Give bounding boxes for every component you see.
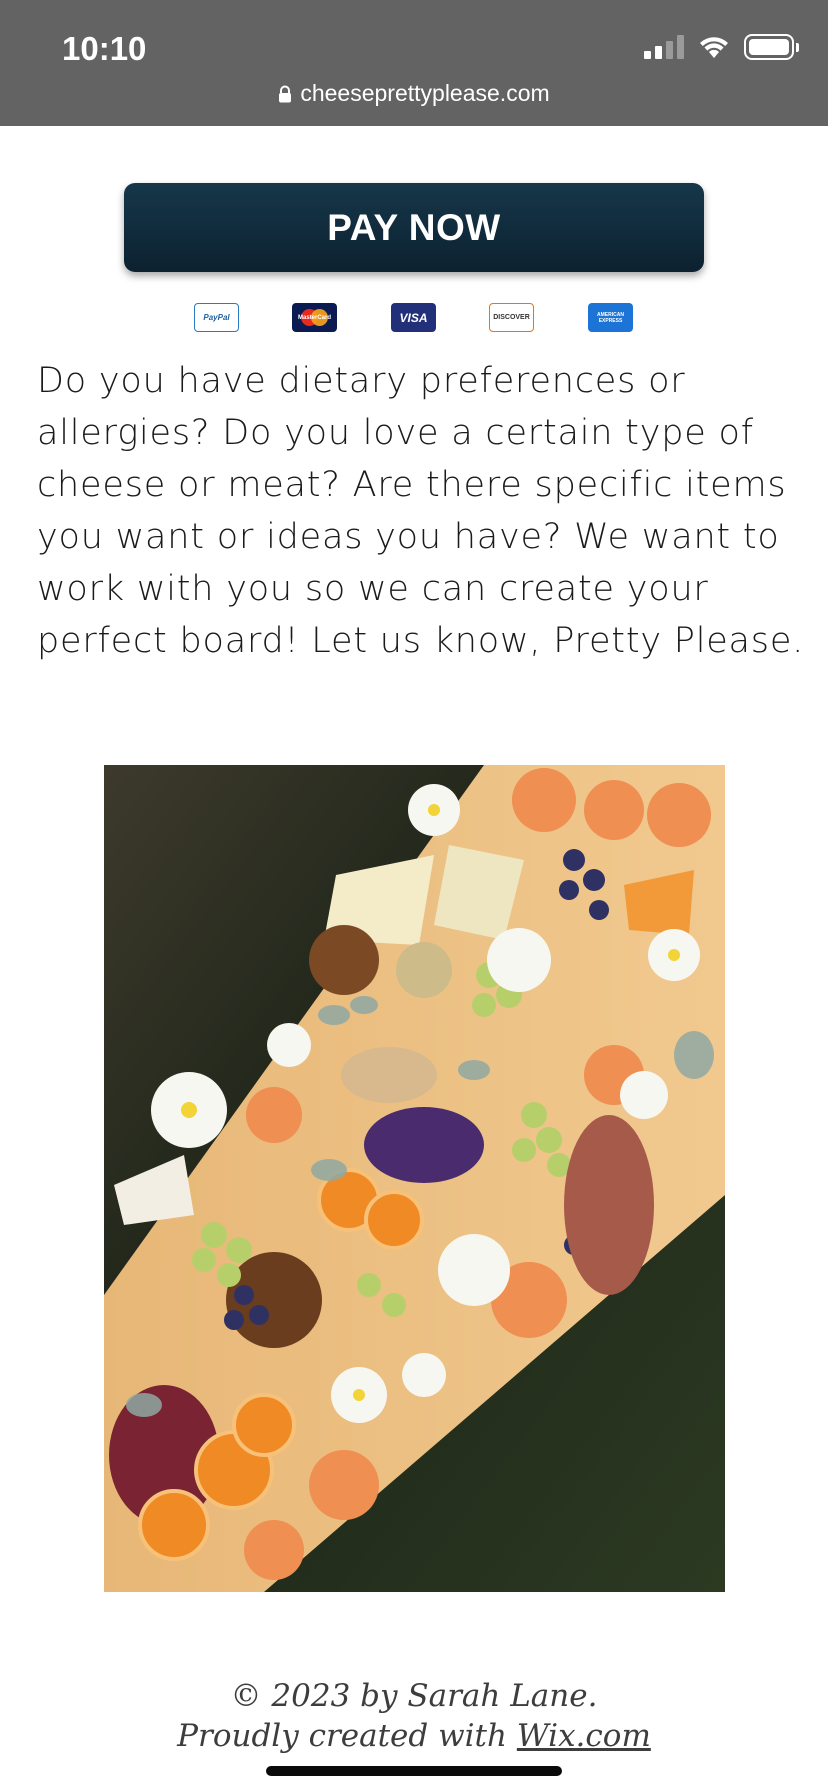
- pay-now-button[interactable]: PAY NOW: [124, 183, 704, 272]
- visa-label: VISA: [399, 310, 428, 325]
- address-bar[interactable]: cheeseprettyplease.com: [0, 80, 828, 107]
- site-footer: © 2023 by Sarah Lane. Proudly created wi…: [0, 1676, 828, 1756]
- copyright-text: © 2023 by Sarah Lane.: [230, 1678, 598, 1714]
- charcuterie-board-photo: [104, 765, 725, 1592]
- dietary-preferences-text: Do you have dietary preferences or aller…: [37, 361, 805, 661]
- amex-icon: AMERICAN EXPRESS: [588, 303, 633, 332]
- payment-methods: PayPal MasterCard VISA DISCOVER AMERICAN…: [0, 303, 828, 333]
- created-with-line: Proudly created with Wix.com: [0, 1716, 828, 1756]
- battery-icon: [744, 34, 799, 60]
- paypal-label: PayPal: [203, 313, 230, 322]
- mastercard-icon: MasterCard: [292, 303, 337, 332]
- wifi-icon: [700, 37, 728, 58]
- wix-link[interactable]: Wix.com: [517, 1718, 651, 1754]
- cellular-signal-icon: [644, 35, 684, 59]
- url-text: cheeseprettyplease.com: [300, 80, 550, 106]
- discover-label: DISCOVER: [493, 314, 530, 321]
- status-time: 10:10: [62, 30, 147, 67]
- created-with-text: Proudly created with: [177, 1718, 507, 1754]
- discover-icon: DISCOVER: [489, 303, 534, 332]
- home-indicator[interactable]: [266, 1766, 562, 1776]
- status-icons: [644, 34, 799, 60]
- lock-icon: [279, 85, 292, 103]
- amex-label: AMERICAN EXPRESS: [597, 311, 624, 324]
- browser-top-bar: 10:10 cheeseprettyplease.com: [0, 0, 828, 126]
- paypal-icon: PayPal: [194, 303, 239, 332]
- visa-icon: VISA: [391, 303, 436, 332]
- mastercard-label: MasterCard: [297, 314, 331, 321]
